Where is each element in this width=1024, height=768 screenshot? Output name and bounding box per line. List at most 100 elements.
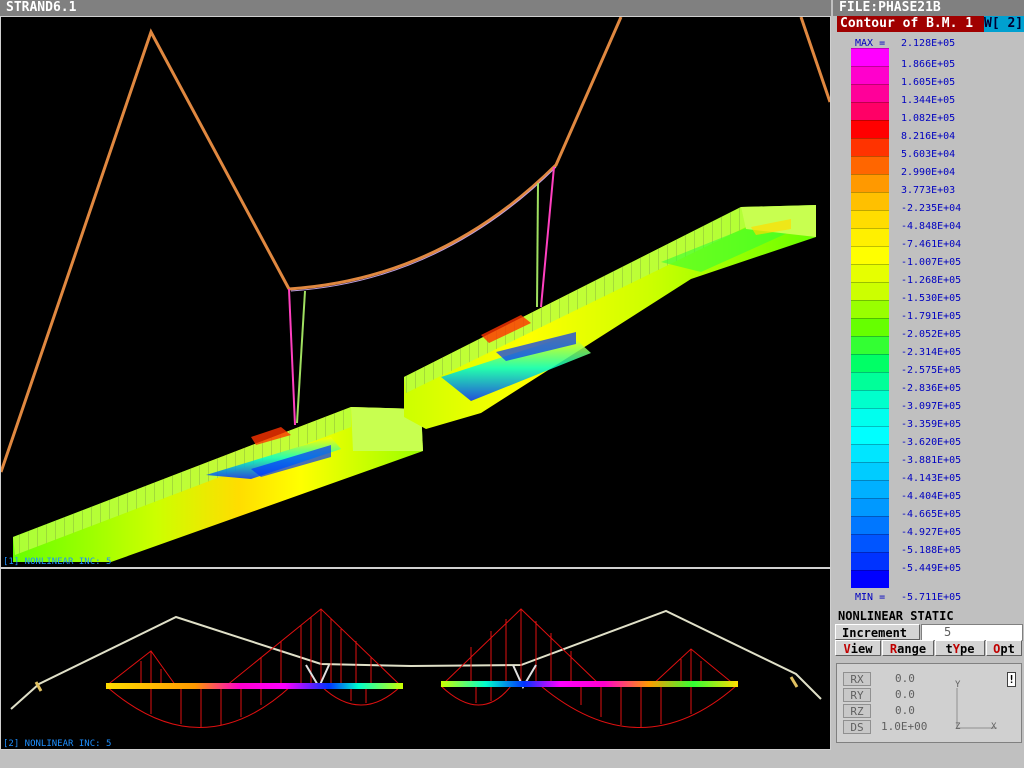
viewport-2[interactable]: [2] NONLINEAR INC: 5 [0,568,831,750]
increment-value: 5 [944,625,952,639]
bridge-3d-model [1,17,830,562]
legend-swatch [851,354,889,372]
legend-swatch [851,174,889,192]
app-title-bar: STRAND6.1 [0,0,831,16]
scroll-indicator-icon[interactable]: ! [1007,672,1016,687]
legend-level-value: -2.575E+05 [901,365,962,376]
legend-swatch [851,444,889,462]
rz-value[interactable]: 0.0 [895,704,915,718]
increment-label: Increment [835,624,920,640]
menu-view-text: iew [850,642,873,656]
ry-label: RY [843,688,871,702]
menu-range-text: ange [897,642,927,656]
legend-level-value: 1.605E+05 [901,77,956,88]
ds-label: DS [843,720,871,734]
legend-swatch [851,48,889,66]
menu-range-button[interactable]: Range [882,640,934,656]
legend-level-value: -1.268E+05 [901,275,962,286]
contour-panel: Contour of B.M. 1 W[ 2] MAX = 2.128E+05 … [833,16,1024,608]
increment-field[interactable]: 5 [921,624,1023,641]
contour-window-tag: W[ 2] [984,16,1024,32]
legend-level-value: -3.097E+05 [901,401,962,412]
menu-type-text: pe [960,642,975,656]
menu-view-hotkey: V [843,642,851,656]
bridge-elevation [10,608,822,728]
legend-swatch [851,480,889,498]
legend-level-value: 5.603E+04 [901,149,956,160]
legend-swatch [851,102,889,120]
legend-level-value: -3.620E+05 [901,437,962,448]
viewport-2-label: [2] NONLINEAR INC: 5 [3,739,112,749]
rx-label: RX [843,672,871,686]
legend-swatch [851,120,889,138]
ds-value[interactable]: 1.0E+00 [881,720,927,734]
contour-title[interactable]: Contour of B.M. 1 [837,16,984,32]
legend-swatch [851,552,889,570]
menu-type-pre: t [945,642,953,656]
legend-level-value: 8.216E+04 [901,131,956,142]
legend-swatch [851,282,889,300]
legend-swatch [851,192,889,210]
legend-level-value: -1.791E+05 [901,311,962,322]
legend-swatch [851,66,889,84]
legend-level-value: 1.082E+05 [901,113,956,124]
legend-swatch [851,318,889,336]
file-title-bar: FILE:PHASE21B [833,0,1024,16]
legend-level-value: -3.881E+05 [901,455,962,466]
legend-swatch [851,228,889,246]
legend-level-value: -2.314E+05 [901,347,962,358]
legend-level-value: -4.665E+05 [901,509,962,520]
legend-level-value: -3.359E+05 [901,419,962,430]
legend-level-value: -4.848E+04 [901,221,962,232]
menu-type-hotkey: Y [952,642,960,656]
legend-level-value: -4.143E+05 [901,473,962,484]
legend-swatch [851,156,889,174]
legend-min-label: MIN = [855,592,886,603]
viewport-1[interactable]: [1] NONLINEAR INC: 5 [0,16,831,568]
file-title: FILE:PHASE21B [839,0,941,15]
legend-swatch [851,246,889,264]
legend-level-value: -2.836E+05 [901,383,962,394]
analysis-type: NONLINEAR STATIC [838,609,1024,623]
legend-level-value: 2.990E+04 [901,167,956,178]
legend-swatch [851,426,889,444]
legend-level-value: -4.404E+05 [901,491,962,502]
legend-level-value: -1.530E+05 [901,293,962,304]
legend-swatch [851,516,889,534]
rx-value[interactable]: 0.0 [895,672,915,686]
legend-swatch [851,210,889,228]
ry-value[interactable]: 0.0 [895,688,915,702]
legend-swatch [851,498,889,516]
legend-swatch [851,300,889,318]
legend-level-value: -1.007E+05 [901,257,962,268]
scroll-glyph: ! [1008,673,1015,686]
legend-swatch [851,390,889,408]
axis-z-label: Z [955,722,961,732]
legend-swatch [851,84,889,102]
legend-level-value: -2.235E+04 [901,203,962,214]
axis-y-label: Y [955,680,961,690]
legend-level-value: -5.449E+05 [901,563,962,574]
legend-swatch [851,534,889,552]
view-rotation-panel: RX 0.0 RY 0.0 RZ 0.0 DS 1.0E+00 Y Z X ! [836,663,1022,743]
legend-swatch [851,462,889,480]
moment-hatching [140,609,702,727]
legend-swatch [851,336,889,354]
legend-min-value: -5.711E+05 [901,592,962,603]
menu-type-button[interactable]: tYpe [935,640,985,656]
menu-view-button[interactable]: View [835,640,881,656]
app-title: STRAND6.1 [6,0,77,15]
menu-opt-button[interactable]: Opt [986,640,1022,656]
axis-x-label: X [991,722,997,732]
legend-swatch [851,138,889,156]
viewport-1-label: [1] NONLINEAR INC: 5 [3,557,112,567]
legend-swatch [851,570,889,588]
legend-level-value: 3.773E+03 [901,185,956,196]
contour-legend: MAX = 2.128E+05 1.866E+05 1.605E+05 1.344E… [833,38,1024,608]
rz-label: RZ [843,704,871,718]
legend-level-value: 1.866E+05 [901,59,956,70]
legend-level-value: -2.052E+05 [901,329,962,340]
legend-swatches: 1.866E+05 1.605E+05 1.344E+05 1.082E+05 8.21… [833,48,1024,588]
legend-swatch [851,264,889,282]
legend-level-value: -7.461E+04 [901,239,962,250]
